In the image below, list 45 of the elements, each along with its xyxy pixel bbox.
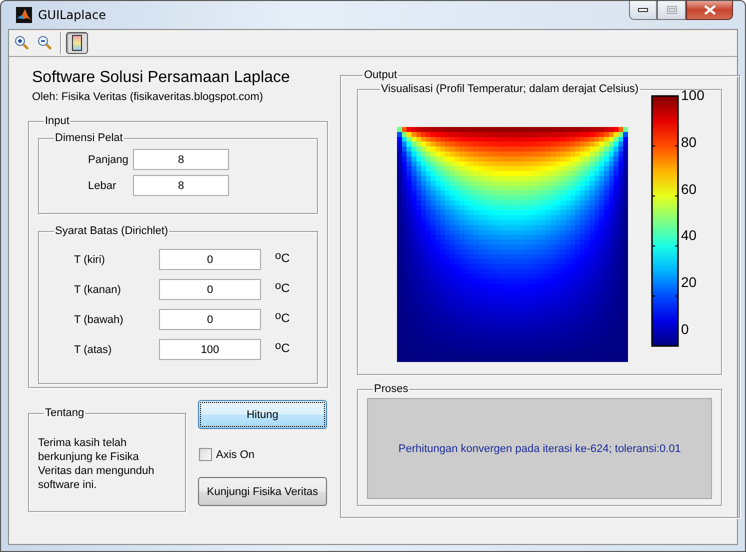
colorbar-tick-label: 80 [681, 132, 698, 151]
group-title: Syarat Batas (Dirichlet) [55, 225, 168, 237]
field-label: Lebar [87, 180, 118, 192]
minimize-button[interactable] [629, 1, 657, 20]
group-title: Input [45, 115, 70, 127]
compute-button[interactable]: Hitung [198, 400, 327, 429]
window-title: GUILaplace [38, 8, 106, 22]
minimize-icon [638, 8, 648, 12]
text-input[interactable]: 8 [133, 149, 229, 170]
zoom-out-icon [37, 35, 53, 51]
zoom-in-icon [14, 35, 30, 51]
colorbar-toggle-button[interactable] [66, 32, 88, 54]
colorbar-tick-label: 60 [681, 180, 698, 198]
group-title: Visualisasi (Profil Temperatur; dalam derajat Celsius) [381, 83, 639, 95]
status-message: Perhitungan konvergen pada iterasi ke-624; toleransi:0.01 [398, 442, 681, 454]
colorbar-icon [69, 35, 85, 51]
field-label: T (kiri) [73, 254, 106, 266]
about-text: Terima kasih telah berkunjung ke Fisika Veritas dan mengunduh software ini. [38, 436, 156, 492]
close-icon [704, 5, 716, 15]
field-label: T (atas) [73, 344, 113, 356]
app-heading: Software Solusi Persamaan Laplace [32, 69, 291, 87]
text-input[interactable]: 100 [159, 339, 261, 360]
group-title: Tentang [45, 407, 84, 419]
maximize-icon [666, 6, 676, 14]
colorbar-tick-label: 40 [681, 226, 698, 244]
field-label: Panjang [87, 154, 130, 166]
close-button[interactable] [686, 1, 733, 20]
colorbar-tick-label: 0 [681, 320, 690, 338]
visit-button[interactable]: Kunjungi Fisika Veritas [198, 477, 327, 506]
text-input[interactable]: 8 [133, 175, 229, 196]
group-title: Output [364, 69, 398, 81]
group-title: Proses [374, 383, 408, 395]
checkbox-label: Axis On [216, 448, 255, 460]
group-title: Dimensi Pelat [55, 132, 123, 144]
field-label: T (bawah) [73, 314, 124, 326]
text-input[interactable]: 0 [159, 309, 261, 330]
colorbar-tick-label: 100 [681, 86, 704, 104]
checkbox[interactable] [199, 448, 212, 461]
field-label: T (kanan) [73, 284, 122, 296]
maximize-button[interactable] [657, 1, 686, 20]
colorbar-tick-label: 20 [681, 273, 698, 292]
text-input[interactable]: 0 [159, 249, 261, 270]
app-logo-icon [16, 7, 32, 23]
author-credit: Oleh: Fisika Veritas (fisikaveritas.blogspot.com) [32, 91, 264, 103]
text-input[interactable]: 0 [159, 279, 261, 300]
